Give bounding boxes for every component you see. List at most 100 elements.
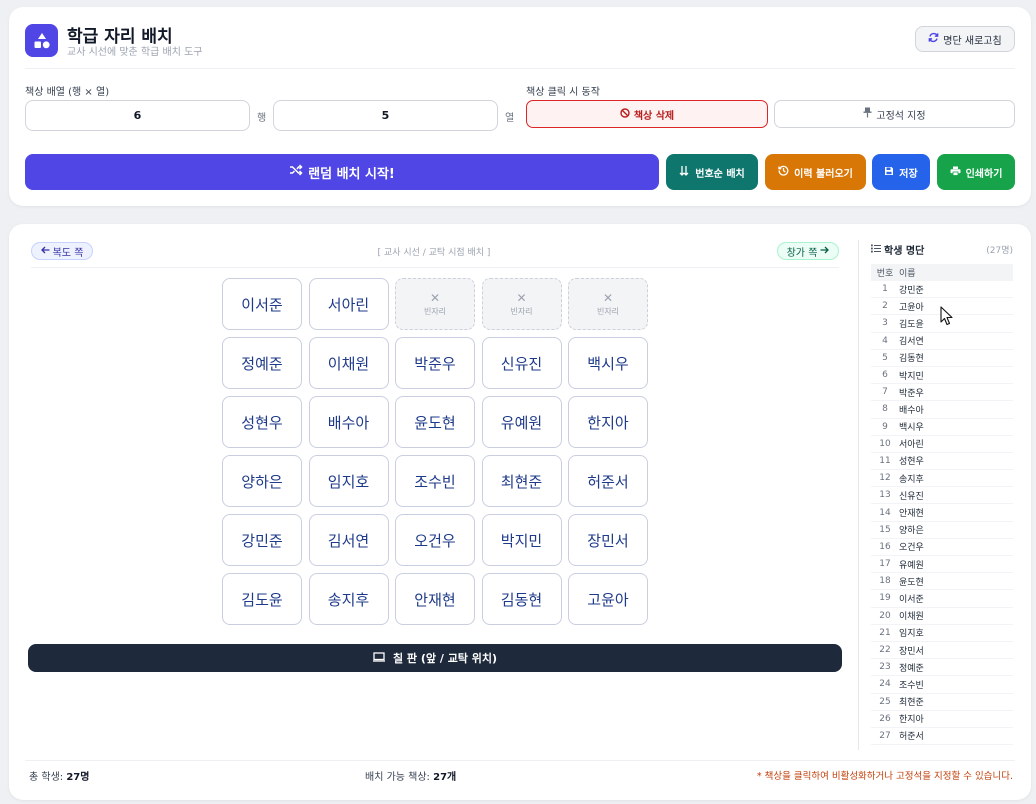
seat[interactable]: 성현우 bbox=[222, 396, 302, 448]
empty-seat[interactable]: ✕ 빈자리 bbox=[481, 278, 562, 330]
student-number: 22 bbox=[879, 645, 891, 656]
roster-list: 1 강민준 2 고윤아 3 김도윤 4 김서연 5 김동현 6 박지민 7 박준우 8 배수아 9 백시우 10 서아… bbox=[871, 281, 1013, 746]
seat[interactable]: 이서준 bbox=[222, 278, 302, 330]
random-arrange-button[interactable]: 랜덤 배치 시작! bbox=[25, 154, 659, 190]
fixed-seat-mode-button[interactable]: 고정석 지정 bbox=[774, 100, 1015, 128]
student-number: 2 bbox=[882, 301, 888, 312]
student-number: 15 bbox=[879, 524, 891, 535]
seat[interactable]: 김도윤 bbox=[222, 573, 302, 625]
seat[interactable]: 서아린 bbox=[308, 278, 389, 330]
settings-card: 학급 자리 배치 교사 시선에 맞춘 학급 배치 도구 명단 새로고침 책상 배… bbox=[9, 7, 1031, 206]
total-students-value: 27명 bbox=[66, 772, 90, 783]
hallway-side-label: 복도 쪽 bbox=[31, 242, 93, 260]
pin-icon bbox=[863, 107, 872, 121]
student-name: 안재현 bbox=[899, 509, 924, 520]
student-name: 이채원 bbox=[899, 612, 924, 623]
seat[interactable]: 송지후 bbox=[308, 573, 389, 625]
student-name: 정예준 bbox=[899, 663, 924, 674]
seat[interactable]: 허준서 bbox=[568, 455, 648, 507]
student-name: 조수빈 bbox=[899, 680, 924, 691]
seat[interactable]: 윤도현 bbox=[395, 396, 475, 448]
student-name: 오건우 bbox=[899, 543, 924, 554]
roster-row: 12 송지후 bbox=[871, 470, 1013, 488]
print-button[interactable]: 인쇄하기 bbox=[937, 154, 1015, 190]
student-number: 27 bbox=[879, 730, 891, 741]
number-order-button[interactable]: 번호순 배치 bbox=[666, 154, 758, 190]
refresh-roster-button[interactable]: 명단 새로고침 bbox=[915, 26, 1015, 52]
seat[interactable]: 강민준 bbox=[222, 514, 302, 566]
student-number: 3 bbox=[882, 318, 888, 329]
roster-row: 21 임지호 bbox=[871, 625, 1013, 642]
roster-col-name: 이름 bbox=[899, 269, 916, 279]
sort-numeric-icon bbox=[679, 165, 690, 179]
student-name: 성현우 bbox=[899, 457, 924, 468]
seat[interactable]: 장민서 bbox=[568, 514, 648, 566]
seat[interactable]: 안재현 bbox=[395, 573, 475, 625]
student-name: 유예원 bbox=[899, 560, 924, 571]
seat[interactable]: 오건우 bbox=[395, 514, 475, 566]
student-name: 허준서 bbox=[899, 732, 924, 743]
refresh-icon bbox=[928, 32, 939, 46]
roster-row: 7 박준우 bbox=[871, 384, 1013, 402]
roster-row: 22 장민서 bbox=[871, 642, 1013, 660]
history-icon bbox=[778, 165, 789, 179]
roster-row: 14 안재현 bbox=[871, 504, 1013, 522]
footer-divider bbox=[25, 760, 1015, 761]
list-ol-icon bbox=[871, 244, 881, 256]
random-arrange-label: 랜덤 배치 시작! bbox=[308, 166, 395, 182]
seat[interactable]: 고윤아 bbox=[568, 573, 648, 625]
rows-input[interactable] bbox=[25, 100, 250, 131]
available-desks-label: 배치 가능 책상: bbox=[365, 772, 430, 783]
seat[interactable]: 이채원 bbox=[308, 337, 389, 389]
arrow-left-icon bbox=[40, 246, 50, 257]
seat[interactable]: 김서연 bbox=[308, 514, 389, 566]
roster-header: 학생 명단 (27명) bbox=[871, 242, 1013, 257]
roster-row: 5 김동현 bbox=[871, 350, 1013, 367]
student-number: 5 bbox=[882, 352, 888, 363]
student-number: 10 bbox=[879, 438, 891, 449]
roster-row: 26 한지아 bbox=[871, 711, 1013, 728]
load-history-label: 이력 불러오기 bbox=[794, 168, 853, 180]
save-button[interactable]: 저장 bbox=[872, 154, 930, 190]
seat[interactable]: 신유진 bbox=[481, 337, 562, 389]
student-number: 12 bbox=[879, 473, 891, 484]
load-history-button[interactable]: 이력 불러오기 bbox=[765, 154, 866, 190]
student-name: 이서준 bbox=[899, 594, 924, 605]
classroom-card: 복도 쪽 [ 교사 시선 / 교탁 시점 배치 ] 창가 쪽 이서준 서아린 ✕ 빈자… bbox=[9, 224, 1031, 800]
seat[interactable]: 박준우 bbox=[395, 337, 475, 389]
roster-row: 8 배수아 bbox=[871, 401, 1013, 419]
number-order-label: 번호순 배치 bbox=[695, 168, 745, 180]
seat[interactable]: 정예준 bbox=[222, 337, 302, 389]
close-icon: ✕ bbox=[602, 290, 614, 305]
chalkboard-label: 칠 판 (앞 / 교탁 위치) bbox=[392, 652, 498, 665]
seat[interactable]: 박지민 bbox=[481, 514, 562, 566]
student-name: 양하은 bbox=[899, 526, 924, 537]
seat[interactable]: 한지아 bbox=[568, 396, 648, 448]
seat[interactable]: 양하은 bbox=[222, 455, 302, 507]
arrow-right-icon bbox=[820, 246, 830, 257]
print-label: 인쇄하기 bbox=[965, 168, 1003, 180]
student-name: 신유진 bbox=[899, 491, 924, 502]
seat[interactable]: 백시우 bbox=[568, 337, 648, 389]
seat[interactable]: 김동현 bbox=[481, 573, 562, 625]
fixed-seat-label: 고정석 지정 bbox=[876, 110, 926, 122]
empty-seat[interactable]: ✕ 빈자리 bbox=[568, 278, 648, 330]
student-number: 25 bbox=[879, 696, 891, 707]
seat[interactable]: 배수아 bbox=[308, 396, 389, 448]
seat[interactable]: 조수빈 bbox=[395, 455, 475, 507]
delete-desk-mode-button[interactable]: 책상 삭제 bbox=[526, 100, 768, 128]
student-number: 14 bbox=[879, 507, 891, 518]
rows-unit: 행 bbox=[257, 113, 267, 124]
cols-input[interactable] bbox=[273, 100, 498, 131]
seat[interactable]: 임지호 bbox=[308, 455, 389, 507]
shuffle-icon bbox=[289, 164, 303, 180]
seat[interactable]: 유예원 bbox=[481, 396, 562, 448]
student-name: 박지민 bbox=[899, 371, 924, 382]
student-number: 6 bbox=[882, 370, 888, 381]
roster-row: 23 정예준 bbox=[871, 659, 1013, 677]
student-number: 20 bbox=[879, 610, 891, 621]
student-name: 배수아 bbox=[899, 405, 924, 416]
available-desks: 배치 가능 책상: 27개 bbox=[365, 768, 456, 783]
seat[interactable]: 최현준 bbox=[481, 455, 562, 507]
empty-seat[interactable]: ✕ 빈자리 bbox=[395, 278, 475, 330]
